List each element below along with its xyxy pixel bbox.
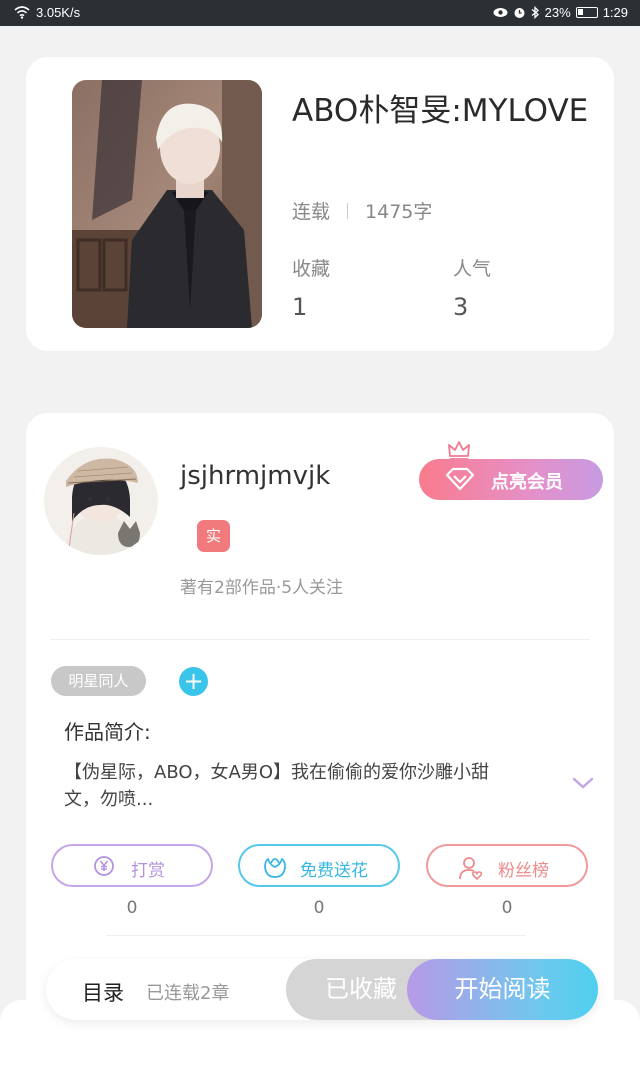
fan-ranking-label: 粉丝榜 (498, 861, 549, 881)
fan-ranking-icon (459, 857, 483, 880)
crown-icon (448, 441, 470, 460)
diamond-icon (445, 467, 475, 491)
fan-count: 0 (501, 898, 513, 918)
popularity-value: 3 (453, 293, 469, 321)
flower-icon (264, 858, 286, 878)
send-flower-label: 免费送花 (300, 861, 368, 881)
author-avatar[interactable] (44, 447, 158, 555)
bluetooth-icon (531, 6, 539, 19)
author-name[interactable]: jsjhrmjmvjk (180, 461, 330, 491)
battery-icon (575, 7, 598, 18)
alarm-icon (514, 8, 525, 18)
book-meta: 连载 1475字 (292, 197, 432, 224)
divider (106, 935, 526, 936)
reward-label: 打赏 (131, 861, 165, 881)
chevron-down-icon[interactable] (572, 776, 594, 790)
book-title: ABO朴智旻:MYLOVE (292, 93, 589, 129)
author-info: 著有2部作品·5人关注 (180, 578, 344, 598)
vip-button[interactable]: 点亮会员 (419, 459, 603, 500)
network-speed: 3.05K/s (36, 5, 81, 20)
popularity-label: 人气 (453, 258, 492, 280)
wifi-icon (14, 6, 30, 19)
clock: 1:29 (602, 5, 628, 20)
book-cover-image[interactable] (72, 80, 262, 328)
popularity-stat: 人气 3 (453, 254, 491, 321)
start-reading-button[interactable]: 开始阅读 (407, 959, 598, 1020)
intro-heading: 作品简介: (64, 720, 151, 744)
bottom-action-bar: 目录 已连载2章 已收藏 开始阅读 (46, 959, 598, 1020)
fan-ranking-button[interactable]: 粉丝榜 (426, 844, 588, 887)
favorites-label: 收藏 (292, 258, 331, 280)
favorites-stat: 收藏 1 (292, 254, 330, 321)
vip-button-label: 点亮会员 (491, 472, 563, 493)
send-flower-button[interactable]: 免费送花 (238, 844, 400, 887)
book-word-count: 1475字 (365, 201, 433, 223)
real-name-badge: 实 (197, 520, 230, 552)
status-bar: 3.05K/s 23% 1:29 (0, 0, 640, 26)
intro-text: 【伪星际，ABO，女A男O】我在偷偷的爱你沙雕小甜文，勿喷... (64, 762, 489, 810)
reward-count: 0 (126, 898, 138, 918)
add-tag-button[interactable]: + (179, 667, 208, 696)
divider (50, 639, 590, 640)
reward-button[interactable]: 打赏 (51, 844, 213, 887)
chapter-count: 已连载2章 (146, 983, 230, 1004)
genre-tag[interactable]: 明星同人 (51, 666, 146, 696)
battery-percent: 23% (544, 5, 571, 20)
book-status: 连载 (292, 201, 331, 223)
collected-label: 已收藏 (325, 975, 397, 1003)
toc-button[interactable]: 目录 (82, 977, 124, 1007)
eye-icon (493, 8, 508, 17)
yen-coin-icon (94, 856, 114, 876)
book-info-card: ABO朴智旻:MYLOVE 连载 1475字 收藏 1 人气 3 (26, 57, 614, 351)
favorites-value: 1 (292, 293, 308, 321)
meta-divider (347, 202, 349, 219)
author-card: jsjhrmjmvjk 实 著有2部作品·5人关注 点亮会员 明星同人 + 作品… (26, 413, 614, 1033)
flower-count: 0 (313, 898, 325, 918)
